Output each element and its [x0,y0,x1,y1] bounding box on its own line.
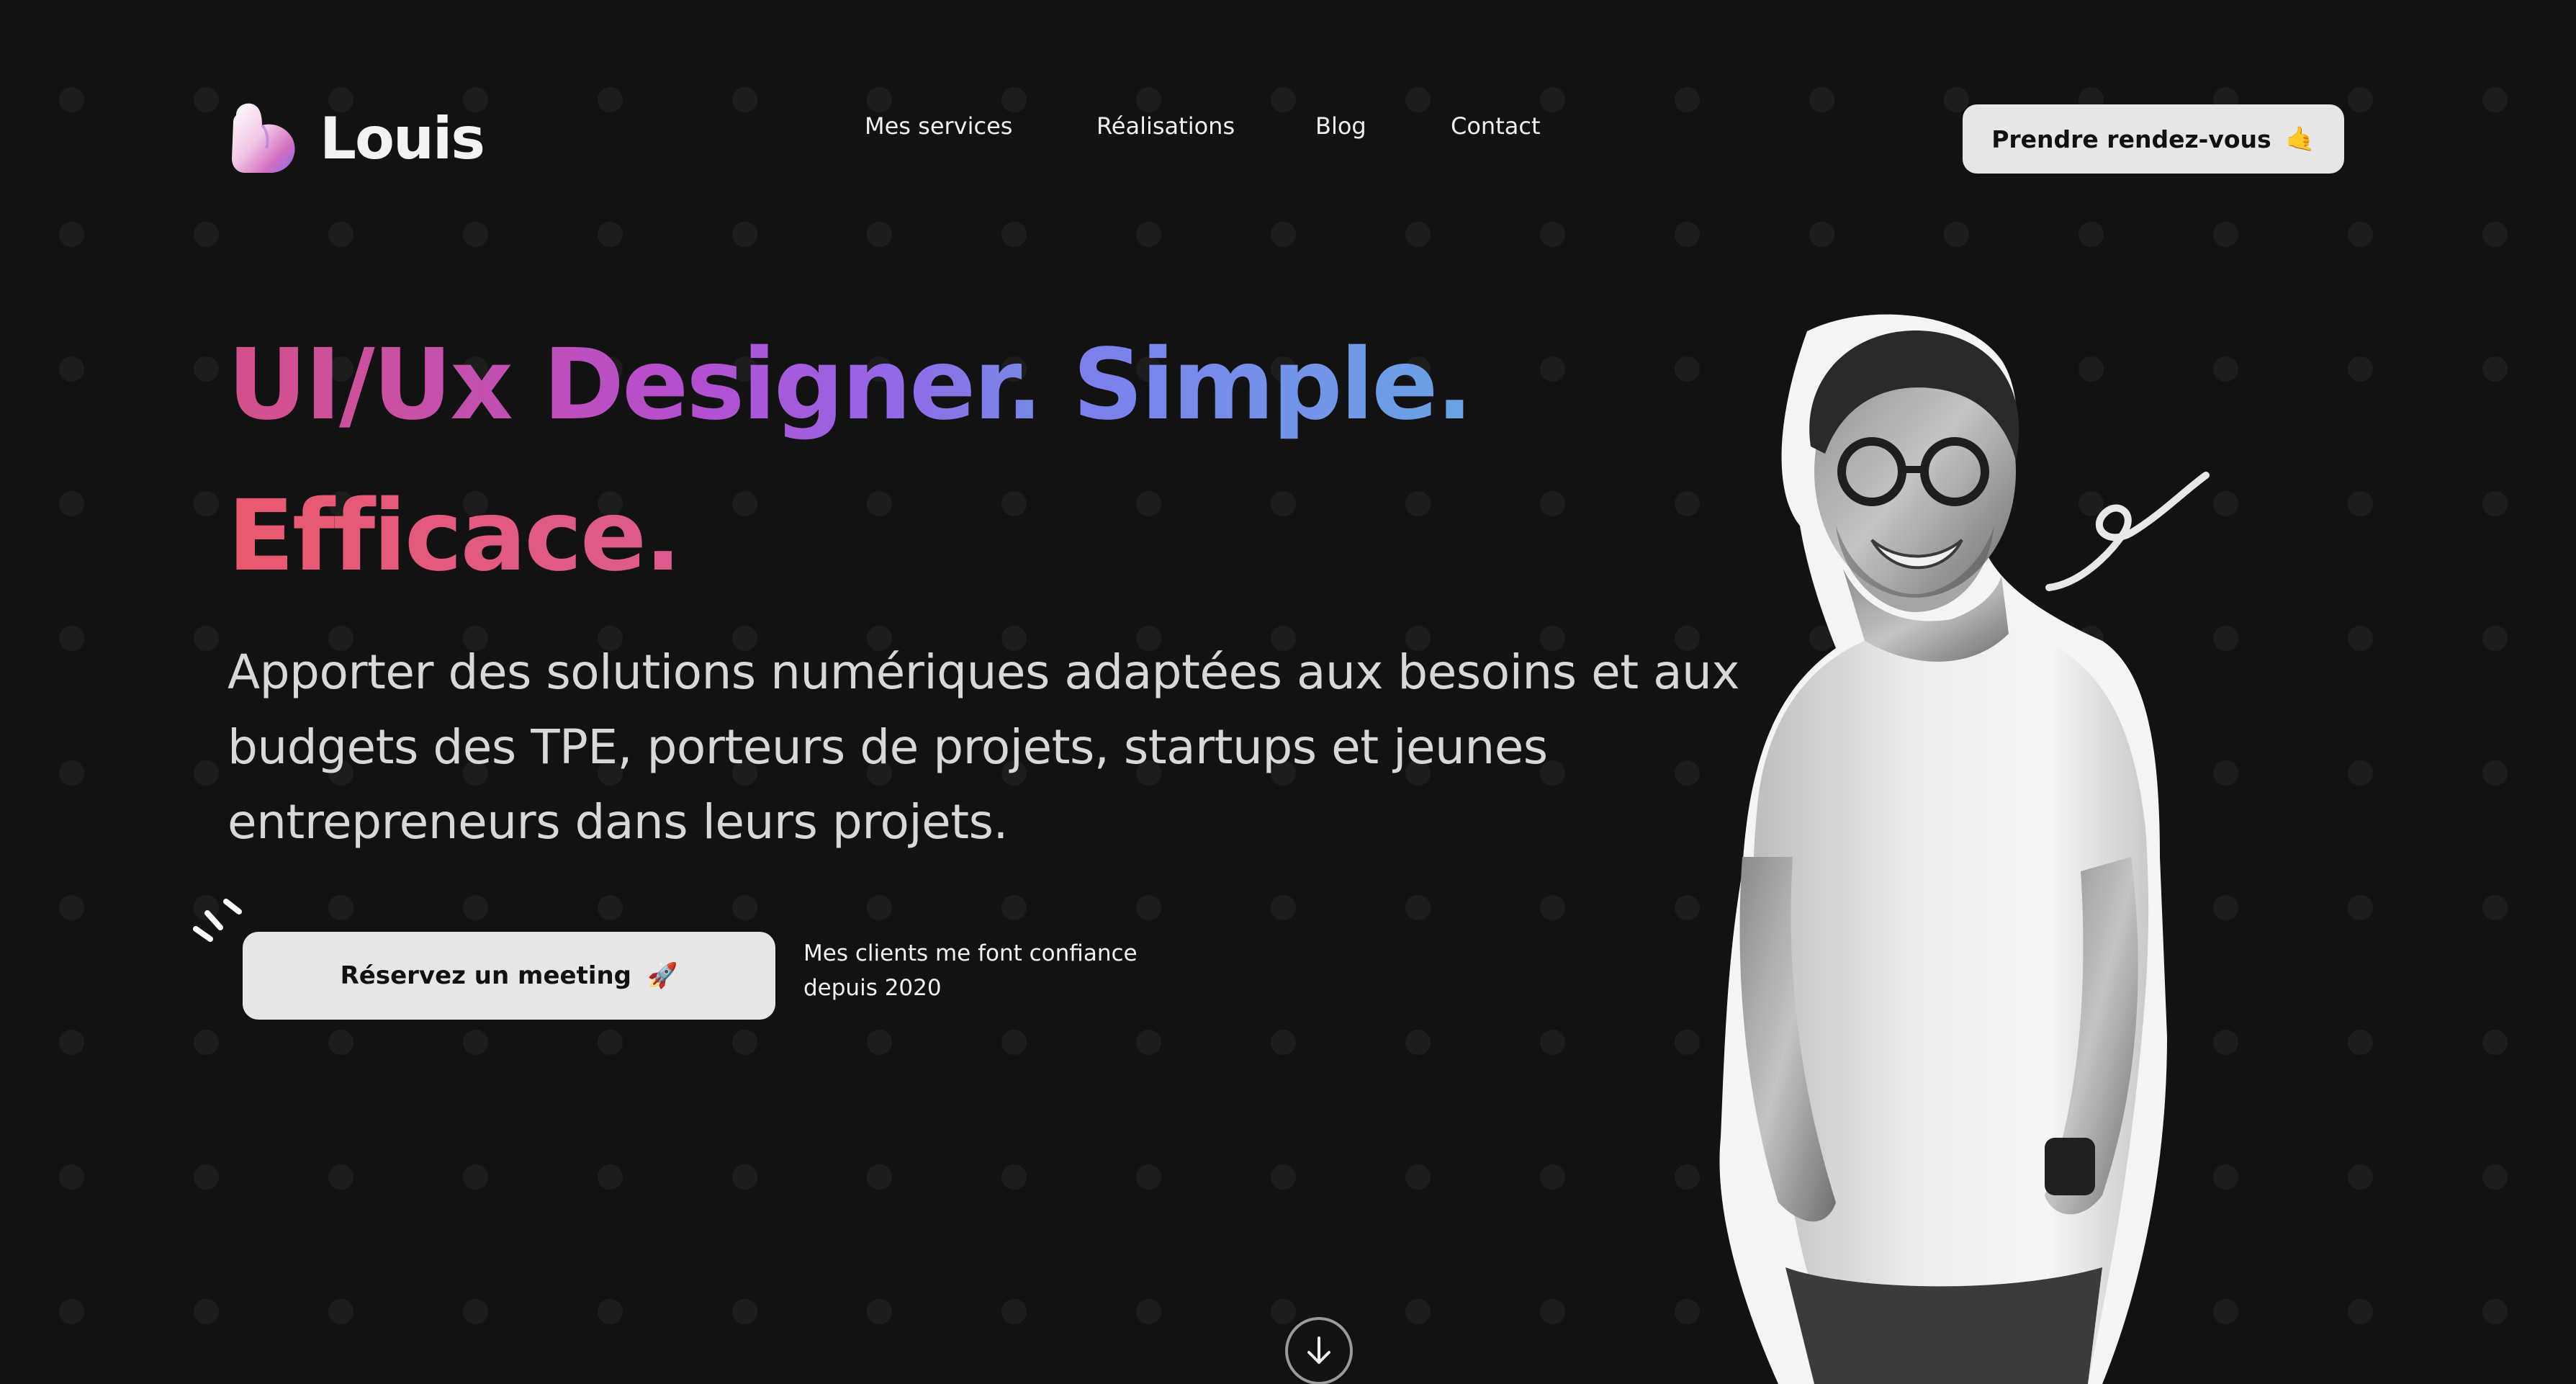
rocket-icon: 🚀 [647,961,678,990]
landing-page: Louis Mes services Réalisations Blog Con… [0,0,2576,1384]
nav-link-services[interactable]: Mes services [865,112,1012,140]
book-meeting-button[interactable]: Réservez un meeting 🚀 [243,932,775,1020]
nav-link-realisations[interactable]: Réalisations [1096,112,1235,140]
sparkle-lines-icon [193,899,242,942]
headline-efficace: Efficace. [228,480,682,593]
headline-role: UI/Ux Designer. [228,328,1073,442]
portrait-photo [1719,314,2167,1384]
call-me-hand-icon: 🤙 [2285,125,2315,153]
headline-simple: Simple. [1073,328,1473,442]
book-meeting-label: Réservez un meeting [340,961,632,990]
hero-subtitle: Apporter des solutions numériques adapté… [228,644,1739,850]
nav-link-contact[interactable]: Contact [1451,112,1541,140]
book-appointment-button[interactable]: Prendre rendez-vous 🤙 [1963,104,2344,174]
trust-statement: Mes clients me font confiance depuis 202… [803,940,1138,1001]
nav-link-blog[interactable]: Blog [1315,112,1366,140]
arrow-down-icon [1307,1336,1330,1364]
book-appointment-label: Prendre rendez-vous [1991,125,2271,153]
scroll-down-button[interactable] [1285,1317,1353,1384]
hero-headline: UI/Ux Designer. Simple. Efficace. [228,310,1754,612]
